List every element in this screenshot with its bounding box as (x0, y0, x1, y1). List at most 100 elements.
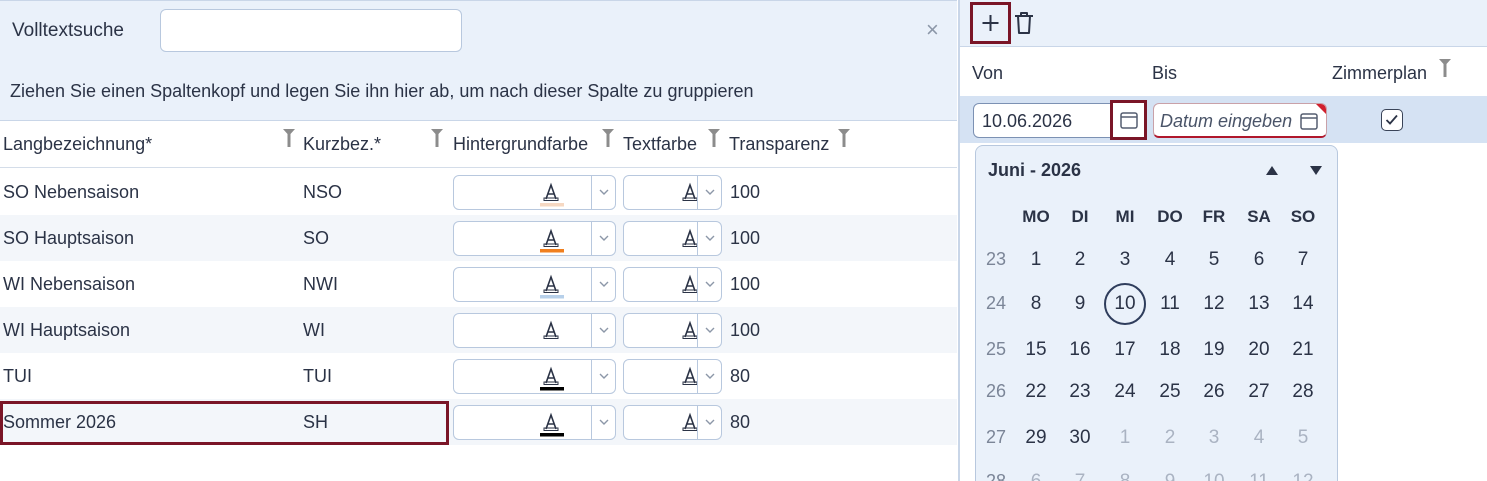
background-color-picker[interactable] (453, 359, 616, 394)
calendar-day[interactable]: 7 (1281, 249, 1325, 271)
calendar-day[interactable]: 9 (1148, 471, 1192, 481)
chevron-down-icon[interactable] (598, 232, 610, 244)
background-color-picker[interactable] (453, 267, 616, 302)
table-row[interactable]: TUI TUI 80 (0, 353, 957, 399)
calendar-day[interactable]: 4 (1237, 427, 1281, 449)
cell-transparenz[interactable]: 100 (730, 228, 760, 249)
add-button[interactable] (970, 2, 1011, 44)
calendar-day[interactable]: 13 (1237, 293, 1281, 315)
filter-icon[interactable] (283, 129, 295, 147)
chevron-down-icon[interactable] (704, 278, 716, 290)
column-header-transparenz[interactable]: Transparenz (729, 134, 829, 155)
cell-transparenz[interactable]: 100 (730, 182, 760, 203)
text-color-picker[interactable] (623, 405, 722, 440)
cell-langbezeichnung[interactable]: SO Hauptsaison (3, 228, 134, 249)
chevron-down-icon[interactable] (704, 416, 716, 428)
cell-langbezeichnung[interactable]: SO Nebensaison (3, 182, 139, 203)
calendar-day[interactable]: 12 (1192, 293, 1236, 315)
chevron-down-icon[interactable] (598, 186, 610, 198)
calendar-day[interactable]: 11 (1237, 471, 1281, 481)
calendar-day[interactable]: 7 (1058, 471, 1102, 481)
calendar-day[interactable]: 10 (1103, 293, 1147, 315)
calendar-day[interactable]: 6 (1237, 249, 1281, 271)
chevron-down-icon[interactable] (704, 186, 716, 198)
background-color-picker[interactable] (453, 405, 616, 440)
calendar-month-title[interactable]: Juni - 2026 (988, 160, 1081, 181)
chevron-down-icon[interactable] (598, 416, 610, 428)
calendar-day[interactable]: 11 (1148, 293, 1192, 315)
text-color-picker[interactable] (623, 221, 722, 256)
calendar-day[interactable]: 6 (1014, 471, 1058, 481)
triangle-up-icon[interactable] (1266, 166, 1278, 175)
trash-icon[interactable] (1012, 10, 1036, 36)
calendar-day[interactable]: 20 (1237, 339, 1281, 361)
zimmerplan-checkbox[interactable] (1381, 109, 1403, 131)
cell-kurzbez[interactable]: SH (303, 412, 328, 433)
background-color-picker[interactable] (453, 221, 616, 256)
cell-langbezeichnung[interactable]: WI Hauptsaison (3, 320, 130, 341)
column-header-kurzbez[interactable]: Kurzbez.* (303, 134, 381, 155)
filter-icon[interactable] (838, 129, 850, 147)
filter-icon[interactable] (708, 129, 720, 147)
table-row[interactable]: SO Nebensaison NSO 100 (0, 169, 957, 215)
chevron-down-icon[interactable] (598, 278, 610, 290)
background-color-picker[interactable] (453, 175, 616, 210)
calendar-day[interactable]: 8 (1103, 471, 1147, 481)
text-color-picker[interactable] (623, 359, 722, 394)
table-row[interactable]: SO Hauptsaison SO 100 (0, 215, 957, 261)
clear-search-icon[interactable]: × (926, 19, 939, 41)
chevron-down-icon[interactable] (704, 232, 716, 244)
calendar-day[interactable]: 1 (1014, 249, 1058, 271)
cell-kurzbez[interactable]: SO (303, 228, 329, 249)
calendar-day[interactable]: 21 (1281, 339, 1325, 361)
calendar-day[interactable]: 16 (1058, 339, 1102, 361)
chevron-down-icon[interactable] (704, 324, 716, 336)
calendar-day[interactable]: 27 (1237, 381, 1281, 403)
text-color-picker[interactable] (623, 267, 722, 302)
calendar-day[interactable]: 30 (1058, 427, 1102, 449)
cell-transparenz[interactable]: 100 (730, 320, 760, 341)
chevron-down-icon[interactable] (704, 370, 716, 382)
calendar-day[interactable]: 19 (1192, 339, 1236, 361)
column-header-langbezeichnung[interactable]: Langbezeichnung* (3, 134, 152, 155)
calendar-day[interactable]: 9 (1058, 293, 1102, 315)
calendar-day[interactable]: 25 (1148, 381, 1192, 403)
column-header-bis[interactable]: Bis (1152, 63, 1177, 84)
calendar-day[interactable]: 2 (1148, 427, 1192, 449)
filter-icon[interactable] (1439, 59, 1451, 77)
fulltext-search-input[interactable] (160, 9, 462, 52)
calendar-day[interactable]: 15 (1014, 339, 1058, 361)
calendar-day[interactable]: 3 (1103, 249, 1147, 271)
calendar-day[interactable]: 23 (1058, 381, 1102, 403)
cell-transparenz[interactable]: 80 (730, 366, 750, 387)
calendar-day[interactable]: 4 (1148, 249, 1192, 271)
filter-icon[interactable] (431, 129, 443, 147)
cell-langbezeichnung[interactable]: TUI (3, 366, 32, 387)
cell-transparenz[interactable]: 100 (730, 274, 760, 295)
calendar-day[interactable]: 22 (1014, 381, 1058, 403)
calendar-day[interactable]: 5 (1281, 427, 1325, 449)
calendar-day[interactable]: 17 (1103, 339, 1147, 361)
calendar-day[interactable]: 12 (1281, 471, 1325, 481)
calendar-day[interactable]: 10 (1192, 471, 1236, 481)
calendar-day[interactable]: 5 (1192, 249, 1236, 271)
calendar-day[interactable]: 18 (1148, 339, 1192, 361)
text-color-picker[interactable] (623, 313, 722, 348)
cell-kurzbez[interactable]: TUI (303, 366, 332, 387)
cell-langbezeichnung[interactable]: Sommer 2026 (3, 412, 116, 433)
text-color-picker[interactable] (623, 175, 722, 210)
calendar-day[interactable]: 1 (1103, 427, 1147, 449)
column-header-hintergrundfarbe[interactable]: Hintergrundfarbe (453, 134, 588, 155)
column-header-textfarbe[interactable]: Textfarbe (623, 134, 697, 155)
calendar-day[interactable]: 2 (1058, 249, 1102, 271)
column-header-von[interactable]: Von (972, 63, 1003, 84)
background-color-picker[interactable] (453, 313, 616, 348)
period-row[interactable]: 10.06.2026 Datum eingeben (960, 96, 1487, 143)
calendar-day[interactable]: 14 (1281, 293, 1325, 315)
calendar-icon[interactable] (1300, 113, 1318, 130)
bis-date-input[interactable]: Datum eingeben (1153, 103, 1327, 138)
triangle-down-icon[interactable] (1310, 166, 1322, 175)
chevron-down-icon[interactable] (598, 324, 610, 336)
calendar-day[interactable]: 8 (1014, 293, 1058, 315)
cell-langbezeichnung[interactable]: WI Nebensaison (3, 274, 135, 295)
